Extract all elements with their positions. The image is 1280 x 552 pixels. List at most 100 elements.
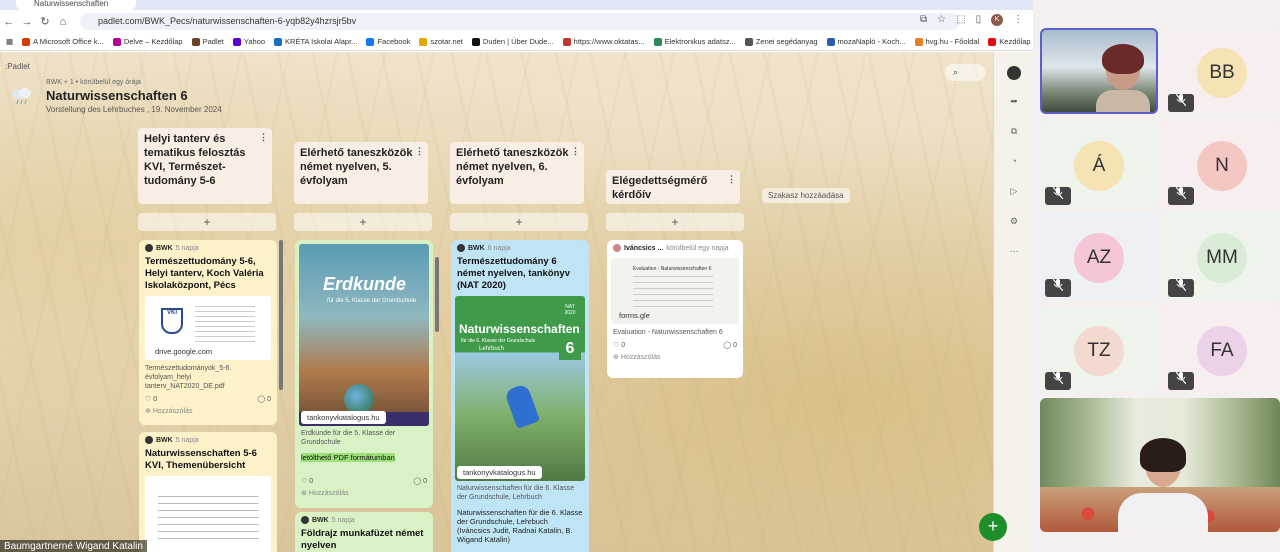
attachment-link[interactable]: drive.google.com (149, 345, 219, 358)
bookmark-star-icon[interactable]: ☆ (937, 14, 946, 26)
home-icon[interactable]: ⌂ (54, 16, 72, 28)
bookmark-item[interactable]: Padlet (191, 37, 224, 46)
participant-tile[interactable]: N (1163, 121, 1280, 207)
book-cover-erdkunde[interactable]: Erdkunde für die 5. Klasse der Grundschu… (299, 244, 429, 426)
column-menu-icon[interactable]: ⋮ (415, 144, 424, 158)
video-tile-self[interactable] (1040, 398, 1280, 532)
add-comment[interactable]: ⊕ Hozzászólás (607, 352, 743, 362)
browser-tab[interactable]: Naturwissenschaften (16, 0, 136, 10)
bookmark-item[interactable]: A Microsoft Office k... (22, 37, 104, 46)
bookmark-item[interactable]: Yahoo (232, 37, 266, 46)
sidepanel-icon[interactable]: ▯ (976, 14, 982, 26)
post-card[interactable]: Erdkunde für die 5. Klasse der Grundschu… (295, 240, 433, 480)
bookmark-item[interactable]: Duden | Über Dude... (471, 37, 554, 46)
bookmark-item[interactable]: mozaNapló - Koch... (826, 37, 906, 46)
bookmark-item[interactable]: https://www.oktatas... (562, 37, 645, 46)
bookmark-item[interactable]: hvg.hu - Főoldal (914, 37, 979, 46)
comment-button[interactable]: ◯ 0 (413, 477, 427, 485)
participant-tile[interactable]: MM (1163, 213, 1280, 299)
post-card[interactable]: BWK 5 napja Földrajz munkafüzet német nye… (295, 512, 433, 552)
bookmark-item[interactable]: KRÉTA Iskolai Alapr... (274, 37, 357, 46)
attachment-link[interactable]: tankonyvkatalogus.hu (457, 466, 542, 479)
column-title: Elérhető taneszközök német nyelven, 6. é… (456, 147, 569, 187)
bookmark-item[interactable]: Delve – Kezdőlap (112, 37, 183, 46)
column-header[interactable]: Elérhető taneszközök német nyelven, 6. é… (450, 142, 584, 204)
add-post-button[interactable]: + (138, 213, 276, 231)
bookmark-item[interactable]: Kezdőlap - Netflix (988, 37, 1033, 46)
remake-icon[interactable]: ⧉ (1007, 126, 1021, 140)
search-button[interactable]: ⌕ (945, 64, 985, 81)
participant-tile[interactable]: FA (1163, 306, 1280, 392)
post-card[interactable]: Iváncsics ... körülbelül egy napja Evalua… (607, 240, 743, 378)
column-header[interactable]: Elégedettségmérő kérdőív ⋮ (606, 170, 740, 204)
post-card-footer: ♡ 0 ◯ 0 ⊕ Hozzászólás (295, 474, 433, 508)
post-author-row: BWK 5 napja (295, 512, 433, 528)
comment-button[interactable]: ◯ 0 (723, 341, 737, 349)
post-card[interactable]: BWK 5 napja Naturwissenschaften 5-6 KVI, … (139, 432, 277, 552)
attachment-preview[interactable] (145, 476, 271, 552)
padlet-logo[interactable]: :Padlet (5, 62, 30, 71)
post-title: Földrajz munkafüzet német nyelven (301, 528, 424, 551)
attachment-link[interactable]: tankonyvkatalogus.hu (301, 411, 386, 424)
column-menu-icon[interactable]: ⋮ (727, 172, 736, 186)
column-menu-icon[interactable]: ⋮ (259, 130, 268, 144)
install-icon[interactable]: ⧉ (920, 14, 927, 26)
forward-icon[interactable]: → (18, 16, 36, 28)
post-card[interactable]: BWK 6 napja Természettudomány 6 német nye… (451, 240, 589, 552)
reload-icon[interactable]: ↻ (36, 15, 54, 28)
like-button[interactable]: ♡ 0 (145, 395, 157, 403)
participant-tile[interactable]: AZ (1040, 213, 1158, 299)
participant-tile[interactable]: BB (1163, 28, 1280, 114)
post-author: Iváncsics ... (624, 244, 664, 252)
share-icon[interactable]: ➦ (1007, 96, 1021, 110)
column-header[interactable]: Elérhető taneszközök német nyelven, 5. é… (294, 142, 428, 204)
add-comment[interactable]: ⊕ Hozzászólás (295, 488, 433, 498)
like-button[interactable]: ♡ 0 (613, 341, 625, 349)
attachment-preview[interactable]: VKI drive.google.com (145, 296, 271, 360)
add-post-fab[interactable]: + (979, 513, 1007, 541)
column-header[interactable]: Helyi tanterv és tematikus felosztás KVI… (138, 128, 272, 204)
column-scrollbar[interactable] (435, 257, 439, 332)
participant-tile[interactable]: TZ (1040, 306, 1158, 392)
bookmark-item[interactable]: Facebook (366, 37, 410, 46)
form-preview[interactable]: Evaluation - Naturwissenschaften 6 forms… (611, 258, 739, 324)
user-avatar[interactable] (1007, 66, 1021, 80)
browser-menu-icon[interactable]: ⋮ (1013, 14, 1023, 26)
self-hair (1140, 438, 1186, 472)
attachment-link[interactable]: forms.gle (613, 309, 656, 322)
extensions-icon[interactable]: ⬚ (956, 14, 965, 26)
bookmark-item[interactable]: Elektronikus adatsz... (653, 37, 736, 46)
add-post-button[interactable]: + (450, 213, 588, 231)
column-menu-icon[interactable]: ⋮ (571, 144, 580, 158)
profile-avatar[interactable]: K (991, 14, 1004, 26)
like-button[interactable]: ♡ 0 (301, 477, 313, 485)
board-title: Naturwissenschaften 6 (46, 88, 188, 103)
apps-grid-icon[interactable]: ▦ (6, 37, 13, 46)
mic-muted-icon (1045, 186, 1071, 205)
settings-gear-icon[interactable]: ⚙ (1007, 216, 1021, 230)
mic-muted-icon (1168, 371, 1194, 390)
column-scrollbar[interactable] (279, 240, 283, 390)
comment-button[interactable]: ◯ 0 (257, 395, 271, 403)
book-cover-naturwissenschaften[interactable]: Naturwissenschaften für die 6. Klasse de… (455, 296, 585, 481)
post-time: körülbelül egy napja (666, 244, 729, 252)
post-description: Erdkunde für die 5. Klasse der Grundschu… (301, 430, 396, 446)
add-post-button[interactable]: + (294, 213, 432, 231)
more-options-icon[interactable]: ⋯ (1007, 246, 1021, 260)
bookmark-item[interactable]: szotar.net (419, 37, 463, 46)
add-comment[interactable]: ⊕ Hozzászólás (139, 406, 277, 416)
back-icon[interactable]: ← (0, 16, 18, 28)
bookmark-item[interactable]: Zenei segédanyag (744, 37, 818, 46)
participant-tile[interactable]: Á (1040, 121, 1158, 207)
slideshow-icon[interactable]: ▷ (1007, 186, 1021, 200)
video-tile-speaker[interactable] (1040, 28, 1158, 114)
notifications-icon[interactable]: ◔ (1007, 156, 1021, 170)
post-title: Természettudomány 5-6, Helyi tanterv, Ko… (145, 256, 264, 291)
add-post-button[interactable]: + (606, 213, 744, 231)
bookmark-label: Yahoo (243, 37, 266, 46)
address-bar[interactable]: padlet.com/BWK_Pecs/naturwissenschaften-… (80, 13, 960, 30)
post-card[interactable]: BWK 5 napja Természettudomány 5-6, Helyi … (139, 240, 277, 425)
bookmark-favicon-icon (274, 37, 283, 46)
participant-initials: BB (1197, 48, 1247, 98)
add-section-button[interactable]: Szakasz hozzáadása (762, 188, 850, 203)
